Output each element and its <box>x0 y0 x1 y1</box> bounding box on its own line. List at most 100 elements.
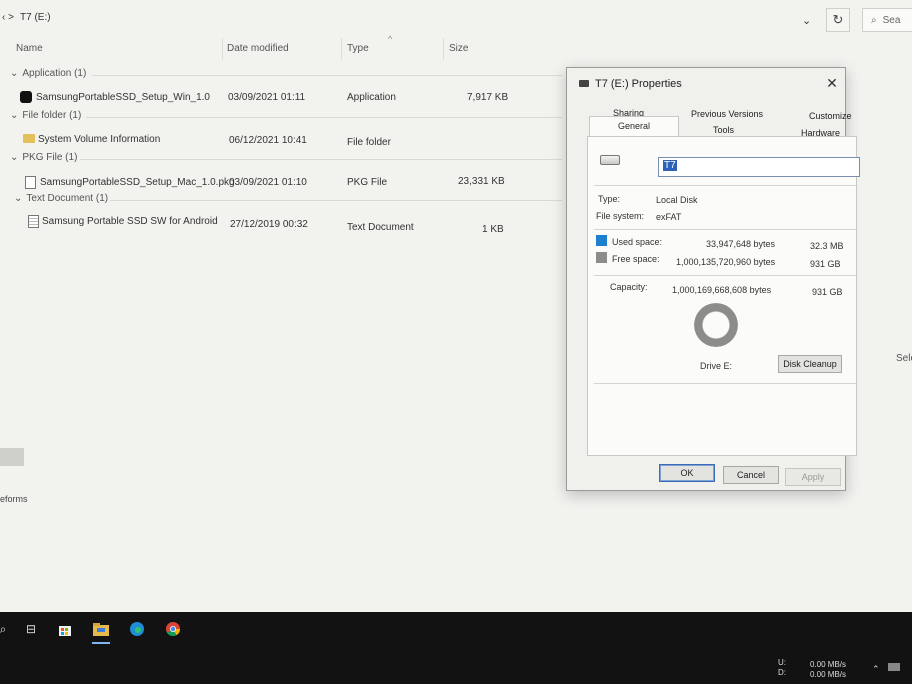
apply-button[interactable]: Apply <box>785 468 841 486</box>
file-row[interactable]: System Volume Information 06/12/2021 10:… <box>0 130 560 150</box>
task-view-icon[interactable]: ⊟ <box>22 620 40 638</box>
cancel-button[interactable]: Cancel <box>723 466 779 484</box>
group-label: PKG File (1) <box>22 152 78 163</box>
general-tab-panel: T7 Type: Local Disk File system: exFAT U… <box>587 136 860 456</box>
column-divider[interactable] <box>222 38 223 60</box>
file-row[interactable]: Samsung Portable SSD SW for Android 27/1… <box>0 212 560 235</box>
divider <box>594 383 858 384</box>
search-box[interactable]: ⌕ Sea <box>862 8 912 32</box>
file-name: SamsungPortableSSD_Setup_Win_1.0 <box>36 92 210 103</box>
file-type: File folder <box>347 137 391 148</box>
tray-drive-d: D: <box>778 668 786 677</box>
file-explorer-icon[interactable] <box>92 620 110 638</box>
nav-pane-label[interactable]: eforms <box>0 494 28 504</box>
refresh-icon: ↻ <box>832 12 844 27</box>
free-space-bytes: 1,000,135,720,960 bytes <box>676 257 776 267</box>
drive-icon <box>600 155 620 165</box>
address-path[interactable]: T7 (E:) <box>20 12 51 23</box>
file-row[interactable]: SamsungPortableSSD_Setup_Win_1.0 03/09/2… <box>0 88 560 108</box>
column-divider[interactable] <box>341 38 342 60</box>
chrome-icon[interactable] <box>164 620 182 638</box>
type-label: Type: <box>598 194 621 204</box>
folder-icon <box>23 134 35 143</box>
text-document-icon <box>28 215 39 228</box>
group-label: Application (1) <box>22 68 87 79</box>
edge-icon[interactable] <box>128 620 146 638</box>
file-size: 23,331 KB <box>458 176 505 187</box>
active-app-indicator <box>92 642 110 644</box>
type-value: Local Disk <box>656 195 698 205</box>
file-row[interactable]: SamsungPortableSSD_Setup_Mac_1.0.pkg 03/… <box>0 173 560 193</box>
disk-usage-donut-chart <box>694 303 738 347</box>
file-type: Text Document <box>347 222 414 233</box>
file-date: 03/09/2021 01:10 <box>229 177 307 188</box>
store-icon[interactable] <box>56 620 74 638</box>
used-space-bytes: 33,947,648 bytes <box>706 239 776 249</box>
group-header-text-document[interactable]: ⌄ Text Document (1) <box>14 193 108 204</box>
column-header-size[interactable]: Size <box>449 43 468 54</box>
file-type: PKG File <box>347 177 388 188</box>
used-space-label: Used space: <box>612 237 663 247</box>
free-space-size: 931 GB <box>810 259 841 269</box>
breadcrumb-chevron-icon[interactable]: ‹ > <box>2 12 14 23</box>
group-header-file-folder[interactable]: ⌄ File folder (1) <box>10 110 81 121</box>
divider <box>594 275 858 276</box>
capacity-size: 931 GB <box>812 287 843 297</box>
file-size: 7,917 KB <box>467 92 509 103</box>
column-header-name[interactable]: Name <box>16 43 43 54</box>
column-header-type[interactable]: Type <box>347 43 369 54</box>
tab-customize[interactable]: Customize <box>809 111 852 121</box>
file-name: SamsungPortableSSD_Setup_Mac_1.0.pkg <box>40 177 235 188</box>
file-date: 06/12/2021 10:41 <box>229 135 307 146</box>
group-header-pkg-file[interactable]: ⌄ PKG File (1) <box>10 152 77 163</box>
group-header-application[interactable]: ⌄ Application (1) <box>10 68 86 79</box>
group-divider <box>86 117 562 118</box>
group-divider <box>92 75 562 76</box>
address-bar: ‹ > T7 (E:) ⌄ ↻ ⌕ Sea <box>0 0 912 36</box>
capacity-bytes: 1,000,169,668,608 bytes <box>672 285 772 295</box>
file-type: Application <box>347 92 396 103</box>
file-system-label: File system: <box>596 211 645 221</box>
used-space-swatch <box>596 235 607 246</box>
details-pane-label: Sele <box>896 353 912 364</box>
used-space-size: 32.3 MB <box>810 241 844 251</box>
address-dropdown-icon[interactable]: ⌄ <box>802 14 811 27</box>
sort-ascending-icon: ^ <box>388 34 393 44</box>
disk-cleanup-button[interactable]: Disk Cleanup <box>778 355 842 373</box>
group-divider <box>110 200 562 201</box>
tray-drive-u: U: <box>778 658 786 667</box>
group-collapse-icon: ⌄ <box>10 68 19 79</box>
tray-overflow-icon[interactable]: ⌃ <box>872 664 880 675</box>
nav-pane-selection[interactable] <box>0 448 24 466</box>
group-collapse-icon: ⌄ <box>10 110 19 121</box>
divider <box>594 229 858 230</box>
volume-name-text: T7 <box>663 160 677 171</box>
free-space-label: Free space: <box>612 254 660 264</box>
search-icon: ⌕ <box>871 14 877 26</box>
search-icon[interactable]: ⌕ <box>0 620 12 638</box>
file-name: Samsung Portable SSD SW for Android <box>42 216 218 227</box>
file-system-value: exFAT <box>656 212 682 222</box>
file-icon <box>25 176 36 189</box>
file-date: 27/12/2019 00:32 <box>230 219 308 230</box>
divider <box>594 185 858 186</box>
file-name: System Volume Information <box>38 134 161 145</box>
file-size: 1 KB <box>482 224 504 235</box>
refresh-button[interactable]: ↻ <box>826 8 850 32</box>
drive-title-icon <box>579 80 589 87</box>
ok-button[interactable]: OK <box>659 464 715 482</box>
capacity-label: Capacity: <box>610 282 648 292</box>
volume-name-input[interactable]: T7 <box>658 157 860 177</box>
column-divider[interactable] <box>443 38 444 60</box>
close-icon[interactable]: ✕ <box>823 74 841 92</box>
battery-icon[interactable] <box>888 663 900 671</box>
column-header-date[interactable]: Date modified <box>227 43 289 54</box>
taskbar: ⌕ ⊟ U: D: 0.00 MB/s 0.00 MB/s ⌃ <box>0 612 912 684</box>
tab-tools[interactable]: Tools <box>713 125 734 135</box>
tray-read-rate: 0.00 MB/s <box>810 660 847 669</box>
file-date: 03/09/2021 01:11 <box>228 92 306 103</box>
tab-previous-versions[interactable]: Previous Versions <box>691 109 763 119</box>
tab-general[interactable]: General <box>589 116 679 136</box>
group-label: File folder (1) <box>22 110 82 121</box>
dialog-title: T7 (E:) Properties <box>595 78 682 90</box>
